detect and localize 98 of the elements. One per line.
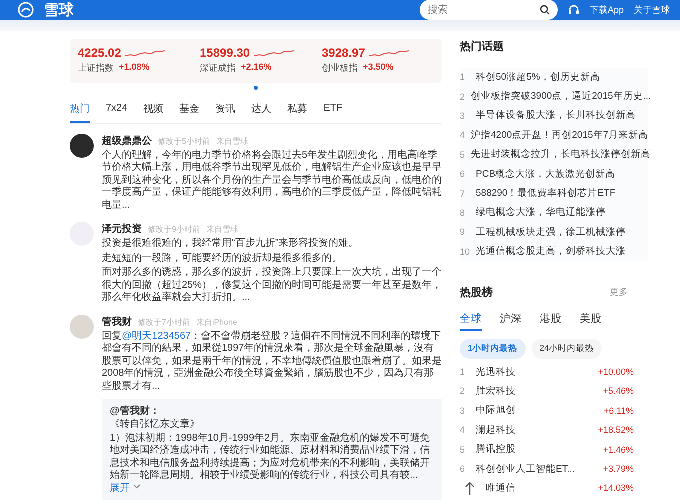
feed-tab[interactable]: 资讯 bbox=[216, 102, 236, 122]
header-link[interactable]: 关于雪球 bbox=[634, 4, 670, 16]
stock-change: +14.03% bbox=[598, 483, 634, 494]
post-meta: 修改于5小时前 bbox=[158, 136, 210, 146]
topic-link[interactable]: 588290！最低费率科创芯片ETF bbox=[476, 187, 616, 200]
feed-tab[interactable]: 基金 bbox=[180, 102, 200, 122]
post-text: 个人的理解，今年的电力季节价格将会跟过去5年发生剧烈变化，用电高峰季节价格大幅上涨，用电低谷季节出现罕见低价，电解铝生产企业应该也是早早预见到这种变化，所以各个月份的生产量会与季节电价高低成反向，低电价的一季度高产量，保证产能能够有效利用，高电价的三季度低产量，降低吨铝耗电量... bbox=[102, 150, 442, 212]
feed-tab[interactable]: ETF bbox=[324, 102, 343, 122]
index-change: +3.50% bbox=[363, 62, 394, 74]
stock-name[interactable]: 唯通信 bbox=[486, 482, 592, 495]
period-pill[interactable]: 1小时内最热 bbox=[460, 339, 526, 360]
rank-number: 6 bbox=[460, 169, 466, 180]
topic-link[interactable]: 先进封装概念拉升，长电科技涨停创新高 bbox=[471, 148, 652, 162]
rank-number: 5 bbox=[460, 444, 466, 455]
post-text: 面对那么多的诱惑，那么多的波折，投资路上只要踩上一次大坑，出现了一个很大的回撤（超过25%），修复这个回撤的时间可能是需要一年甚至是数年，那么年化收益率就会大打折扣。... bbox=[102, 267, 442, 304]
avatar[interactable] bbox=[70, 134, 94, 158]
rank-number: 3 bbox=[460, 110, 466, 121]
rank-number: 5 bbox=[460, 150, 466, 160]
rank-number: 8 bbox=[460, 208, 466, 218]
header-link[interactable]: 下载App bbox=[590, 4, 624, 16]
topic-link[interactable]: 沪指4200点开盘！再创2015年7月来新高 bbox=[471, 128, 649, 142]
topic-link[interactable]: 绿电概念大涨，华电辽能涨停 bbox=[476, 206, 606, 220]
author-name[interactable]: 管我财 bbox=[102, 314, 132, 328]
index-name: 上证指数 bbox=[78, 62, 114, 76]
topic-link[interactable]: 工程机械板块走强，徐工机械涨停 bbox=[476, 226, 626, 239]
rank-number: 9 bbox=[460, 227, 466, 238]
section-title: 热股榜 bbox=[460, 286, 493, 300]
index-value: 15899.30 bbox=[200, 46, 250, 60]
expand-link[interactable]: 展开 bbox=[110, 482, 130, 494]
index-value: 4225.02 bbox=[78, 46, 122, 60]
sparkline-chart bbox=[125, 48, 166, 58]
rank-number: 4 bbox=[460, 425, 466, 436]
topic-link[interactable]: 科创50涨超5%，创历史新高 bbox=[476, 70, 600, 84]
stock-name[interactable]: 澜起科技 bbox=[476, 424, 592, 437]
stock-change: +6.11% bbox=[604, 406, 634, 416]
carousel-dot[interactable] bbox=[254, 86, 258, 90]
feed-tab[interactable]: 私募 bbox=[288, 102, 308, 122]
market-tab[interactable]: 港股 bbox=[540, 312, 562, 332]
rank-number: 4 bbox=[460, 130, 466, 140]
stock-change: +10.00% bbox=[598, 367, 634, 378]
index-name: 创业板指 bbox=[322, 62, 358, 76]
market-tab[interactable]: 全球 bbox=[460, 312, 482, 332]
quote-author[interactable]: @管我财： bbox=[110, 404, 434, 418]
post-text: 回复@明天1234567：會不會帶崩老登股？這個在不同情況不同利率的環境下都會有不同的結果，如果從1997年的情況來看，那次是全球金融風暴，沒有股票可以倖免，如果是兩千年的情況，不幸地傳統價值股也跟着崩了。如果是2008年的情況，亞洲金融公布後全球資金緊縮，腦筋股也不少，因為只有那些股票才有... bbox=[102, 330, 442, 393]
post-text: 走短短的一段路，可能要经历的波折却是很多很多的。 bbox=[102, 252, 343, 265]
post-meta: 修改于9小时前 bbox=[148, 224, 200, 235]
stock-name[interactable]: 腾讯控股 bbox=[476, 443, 598, 456]
author-name[interactable]: 泽元投资 bbox=[102, 222, 142, 236]
stock-change: +3.79% bbox=[603, 464, 634, 474]
stock-change: +5.46% bbox=[603, 386, 634, 396]
quote-text: 1）泡沫初期：1998年10月-1999年2月。东南亚金融危机的爆发不可避免地对美国经济造成冲击，传统行业如能源、原材料和消费品业绩下滑，信息技术和电信服务盈利持续提高；为应对危机带来的不利影响，美联储开始新一轮降息周期。相较于业绩受影响的传统行业，科技公司具有较... 展开 bbox=[110, 432, 432, 495]
index-name: 深证成指 bbox=[200, 62, 236, 76]
sparkline-chart bbox=[254, 48, 294, 58]
mention-link[interactable]: @明天1234567 bbox=[122, 330, 192, 342]
headset-icon[interactable] bbox=[568, 4, 580, 16]
index-value: 3928.97 bbox=[322, 46, 366, 60]
feed-tab[interactable]: 7x24 bbox=[106, 102, 128, 122]
period-pill[interactable]: 24小时内最热 bbox=[532, 339, 602, 360]
sparkline-chart bbox=[369, 48, 410, 58]
market-tab[interactable]: 沪深 bbox=[500, 312, 522, 332]
feed-tab[interactable]: 热门 bbox=[70, 102, 90, 122]
market-tab[interactable]: 美股 bbox=[580, 312, 602, 332]
search-icon[interactable] bbox=[540, 5, 550, 15]
post-meta: 修改于7小时前 bbox=[138, 316, 190, 328]
search-field[interactable]: 搜索 bbox=[420, 0, 558, 20]
stock-name[interactable]: 科创创业人工智能ET... bbox=[476, 462, 598, 476]
topic-link[interactable]: 半导体设备股大涨，长川科技创新高 bbox=[476, 109, 636, 122]
rank-number: 10 bbox=[460, 246, 470, 257]
rank-number: 2 bbox=[460, 92, 466, 102]
rank-number: 1 bbox=[460, 367, 466, 378]
quote-source: 《转自张忆东文章》 bbox=[110, 419, 201, 432]
topic-link[interactable]: 光通信概念股走高，剑桥科技大涨 bbox=[476, 245, 626, 258]
up-arrow-icon[interactable] bbox=[465, 482, 475, 496]
post-meta: 来自iPhone bbox=[196, 316, 238, 328]
post-meta: 来自雪球 bbox=[216, 136, 248, 146]
stock-name[interactable]: 胜宏科技 bbox=[476, 384, 598, 398]
logo-icon bbox=[18, 2, 34, 18]
rank-number: 2 bbox=[460, 386, 466, 396]
post-text: 投资是很难很难的，我经常用“百步九折”来形容投资的难。 bbox=[102, 238, 360, 250]
feed-tab[interactable]: 视频 bbox=[144, 102, 164, 122]
feed-tab[interactable]: 达人 bbox=[252, 102, 272, 122]
index-change: +1.08% bbox=[119, 62, 150, 74]
topic-link[interactable]: 创业板指突破3900点，逼近2015年历史... bbox=[471, 90, 652, 104]
rank-number: 6 bbox=[460, 464, 466, 474]
rank-number: 1 bbox=[460, 72, 466, 82]
rank-number: 7 bbox=[460, 188, 466, 199]
rank-number: 3 bbox=[460, 406, 466, 416]
stock-change: +18.52% bbox=[598, 425, 634, 436]
author-name[interactable]: 超级鼎鼎公 bbox=[102, 134, 152, 148]
stock-name[interactable]: 中际旭创 bbox=[476, 404, 598, 418]
stock-name[interactable]: 光迅科技 bbox=[476, 366, 592, 379]
chevron-down-icon[interactable] bbox=[133, 482, 141, 490]
section-title: 热门话题 bbox=[460, 40, 505, 54]
logo-text[interactable]: 雪球 bbox=[44, 0, 74, 20]
topic-link[interactable]: PCB概念大涨，大族激光创新高 bbox=[476, 168, 616, 181]
post-meta: 来自雪球 bbox=[206, 224, 238, 235]
stock-change: +1.46% bbox=[603, 444, 634, 455]
index-change: +2.16% bbox=[241, 62, 272, 74]
